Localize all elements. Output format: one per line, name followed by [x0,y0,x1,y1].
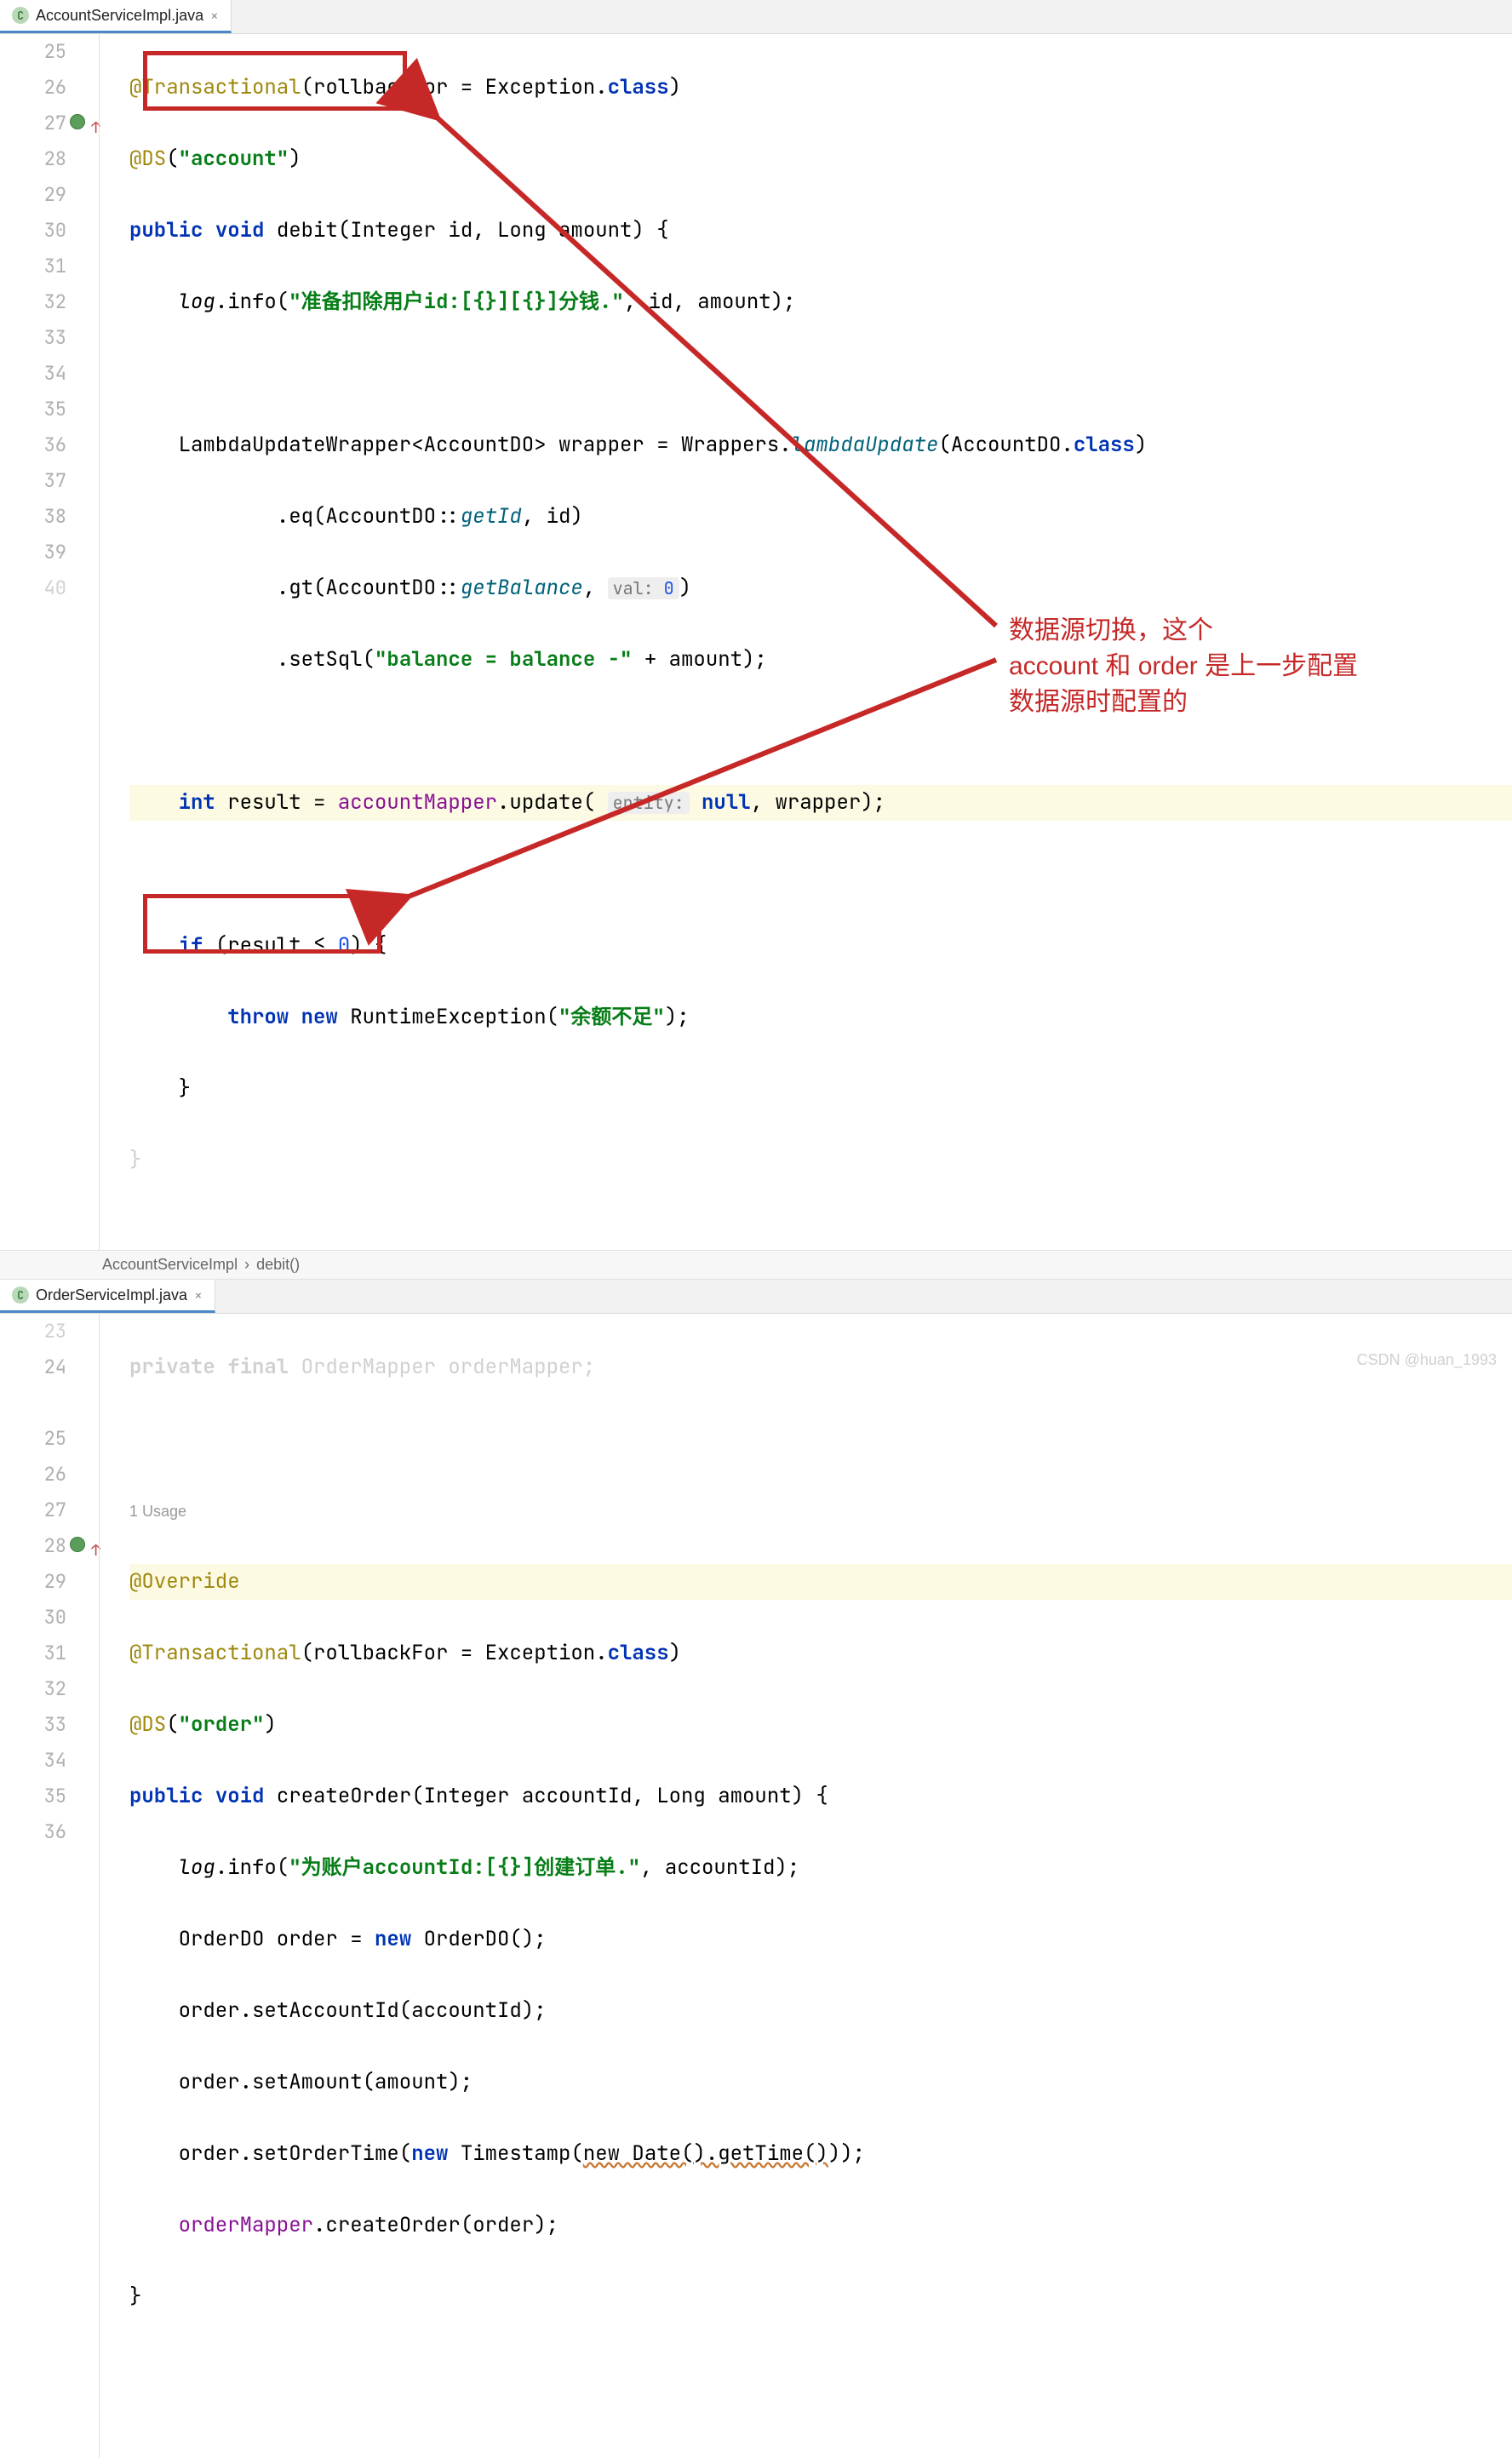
fold-column [92,1314,112,2458]
bottom-editor-pane: C OrderServiceImpl.java × 23 24 25 26 27… [0,1280,1512,2458]
editor-bottom[interactable]: 23 24 25 26 27 28↑ 29 30 31 32 33 34 35 … [0,1314,1512,2458]
tab-label: AccountServiceImpl.java [36,7,203,25]
close-icon[interactable]: × [210,7,219,25]
annotation-override: @Override [129,1568,240,1595]
chevron-right-icon: › [244,1256,249,1274]
param-hint-val: val: 0 [608,577,679,599]
tab-bar-top: C AccountServiceImpl.java × [0,0,1512,34]
method-create-order: createOrder(Integer accountId, Long amou… [264,1783,828,1809]
annotation-ds-order: @DS [129,1711,166,1738]
class-icon: C [12,1286,29,1303]
breadcrumb-method[interactable]: debit() [256,1256,300,1274]
override-gutter-icon[interactable] [70,114,85,129]
breadcrumb-top[interactable]: AccountServiceImpl › debit() [0,1250,1512,1280]
class-icon: C [12,7,29,24]
usage-hint[interactable]: 1 Usage [129,1503,186,1520]
breadcrumb-class[interactable]: AccountServiceImpl [102,1256,238,1274]
gutter-top: 25 26 27↑ 28 29 30 31 32 33 34 35 36 37 … [0,34,92,1250]
highlight-box-ds-account [143,51,407,111]
gutter-bottom: 23 24 25 26 27 28↑ 29 30 31 32 33 34 35 … [0,1314,92,2458]
tab-account-service[interactable]: C AccountServiceImpl.java × [0,0,232,33]
param-hint-entity: entity: [608,792,690,814]
tab-label: OrderServiceImpl.java [36,1286,187,1304]
method-debit: debit(Integer id, Long amount) { [264,217,668,244]
watermark: CSDN @huan_1993 [1357,1351,1497,1369]
annotation-ds-account: @DS [129,146,166,172]
annotation-text: 数据源切换，这个 account 和 order 是上一步配置 数据源时配置的 [1009,613,1358,720]
tab-bar-bottom: C OrderServiceImpl.java × [0,1280,1512,1314]
override-gutter-icon[interactable] [70,1537,85,1552]
annotation-transactional: @Transactional [129,1640,301,1666]
fold-column [92,34,112,1250]
highlight-box-ds-order [143,894,381,954]
code-area-bottom[interactable]: private final OrderMapper orderMapper; 1… [112,1314,1512,2458]
close-icon[interactable]: × [194,1286,203,1304]
tab-order-service[interactable]: C OrderServiceImpl.java × [0,1280,215,1313]
